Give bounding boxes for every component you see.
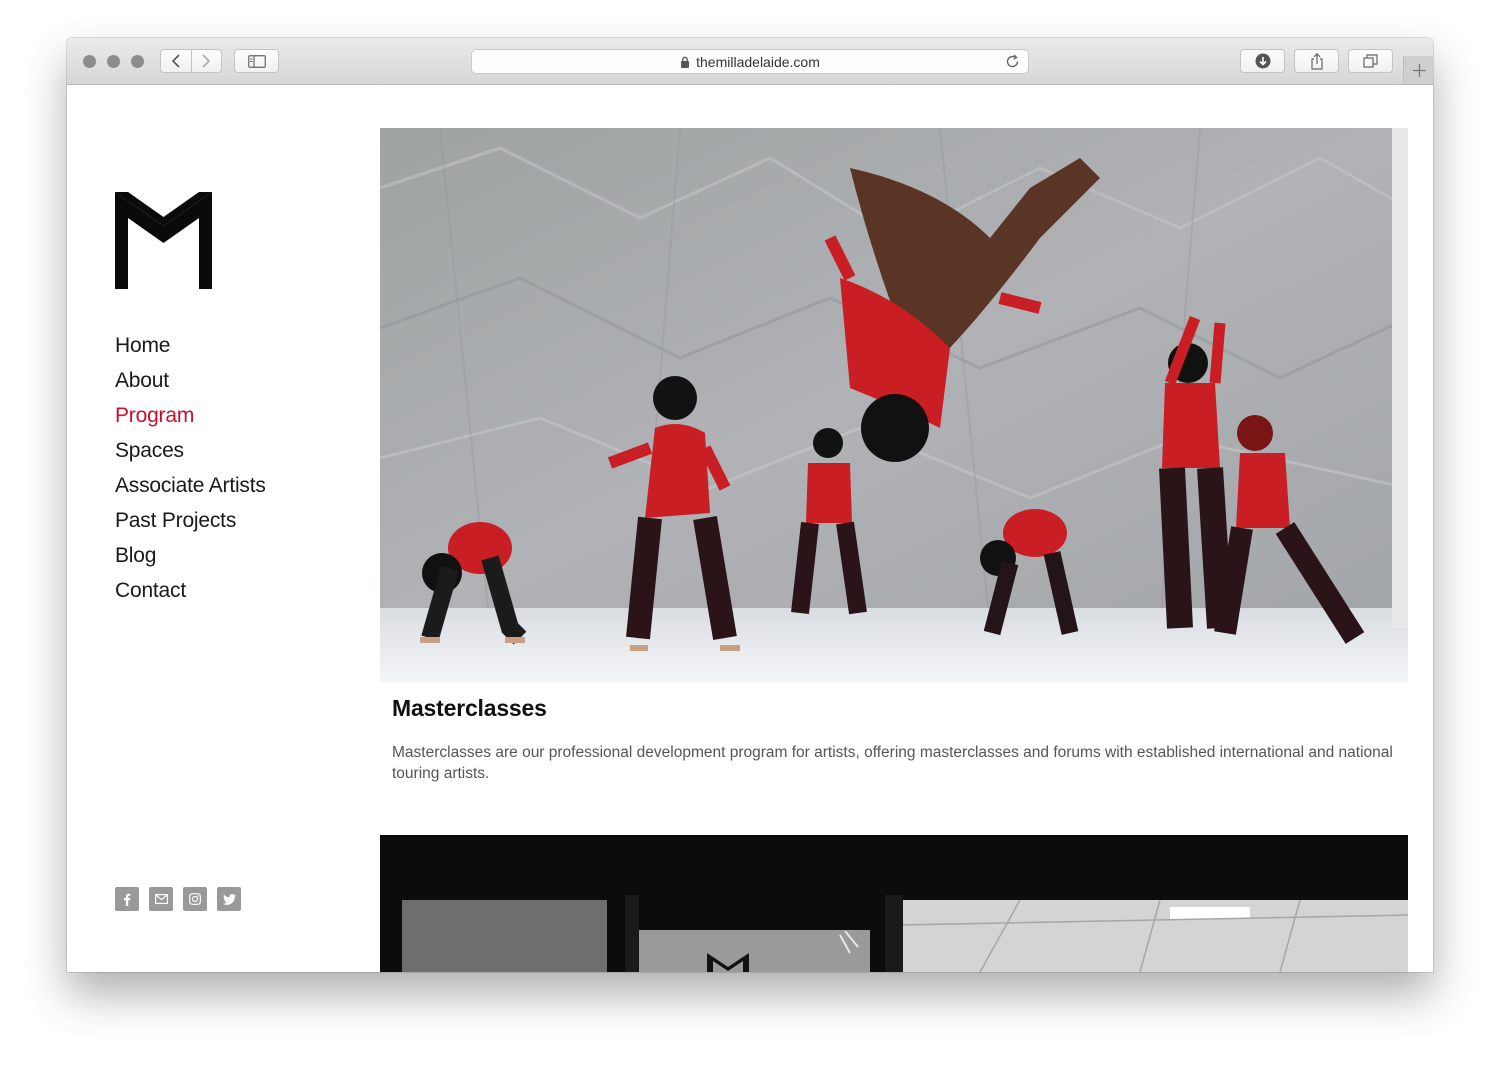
main-nav: Home About Program Spaces Associate Arti… [115,328,266,608]
email-link[interactable] [149,887,173,911]
share-icon [1310,52,1323,70]
download-icon [1255,53,1270,69]
web-page: Home About Program Spaces Associate Arti… [67,85,1433,972]
section-description: Masterclasses are our professional devel… [392,744,1393,782]
nav-item-spaces[interactable]: Spaces [115,433,266,468]
address-bar[interactable]: themilladelaide.com [471,49,1029,74]
sidebar-icon [247,54,266,68]
chevron-left-icon [171,54,180,68]
nav-item-contact[interactable]: Contact [115,573,266,608]
facebook-link[interactable] [115,887,139,911]
section-title: Masterclasses [392,695,547,721]
hero-image [380,128,1408,682]
twitter-link[interactable] [217,887,241,911]
facebook-icon [124,893,131,906]
nav-item-home[interactable]: Home [115,328,266,363]
tabs-overview-button[interactable] [1348,49,1393,73]
chevron-right-icon [202,54,211,68]
instagram-icon [189,893,201,905]
nav-item-associate-artists[interactable]: Associate Artists [115,468,266,503]
venue-image [380,835,1408,972]
nav-item-past-projects[interactable]: Past Projects [115,503,266,538]
back-button[interactable] [161,50,191,72]
share-button[interactable] [1294,49,1339,73]
site-logo[interactable] [115,192,212,289]
browser-toolbar: themilladelaide.com [67,38,1433,85]
nav-item-program[interactable]: Program [115,398,266,433]
forward-button[interactable] [191,50,221,72]
nav-item-about[interactable]: About [115,363,266,398]
zoom-window-button[interactable] [131,55,144,68]
minimize-window-button[interactable] [107,55,120,68]
social-links [115,887,241,911]
nav-item-blog[interactable]: Blog [115,538,266,573]
close-window-button[interactable] [83,55,96,68]
reload-button[interactable] [1005,54,1020,69]
new-tab-button[interactable] [1403,56,1433,84]
history-nav [160,49,222,73]
sidebar-toggle-button[interactable] [234,49,279,73]
downloads-button[interactable] [1240,49,1285,73]
email-icon [154,894,168,904]
tabs-icon [1363,54,1378,68]
twitter-icon [222,893,236,905]
lock-icon [680,56,690,68]
url-text: themilladelaide.com [696,53,820,70]
browser-window: themilladelaide.com Home About Program S… [67,38,1433,972]
instagram-link[interactable] [183,887,207,911]
reload-icon [1006,54,1019,68]
plus-icon [1412,63,1426,77]
